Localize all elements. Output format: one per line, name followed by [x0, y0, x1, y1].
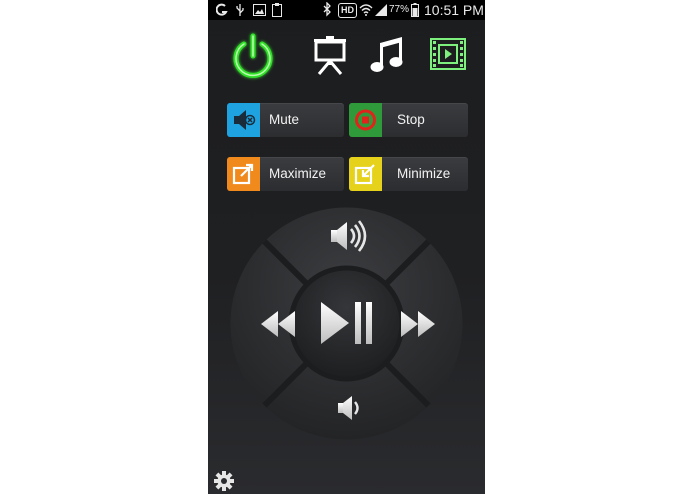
media-dpad — [230, 207, 463, 440]
wifi-icon — [359, 4, 373, 16]
maximize-icon — [227, 157, 260, 191]
gear-icon[interactable] — [213, 470, 235, 492]
music-icon[interactable] — [369, 35, 407, 75]
phone-screen: HD 77% 10:51 PM Mute Stop Maximize Minim… — [208, 0, 485, 494]
presentation-icon[interactable] — [311, 35, 349, 75]
minimize-button[interactable]: Minimize — [349, 157, 468, 191]
image-icon — [253, 4, 266, 16]
minimize-icon — [349, 157, 382, 191]
clock: 10:51 PM — [424, 2, 484, 18]
usb-icon — [236, 4, 244, 16]
mute-button[interactable]: Mute — [227, 103, 344, 137]
stop-icon — [349, 103, 382, 137]
maximize-label: Maximize — [269, 166, 327, 181]
stop-button[interactable]: Stop — [349, 103, 468, 137]
signal-icon — [375, 4, 387, 16]
hd-badge: HD — [338, 3, 357, 18]
mute-icon — [227, 103, 260, 137]
minimize-label: Minimize — [397, 166, 451, 181]
bluetooth-icon — [323, 2, 331, 17]
status-bar: HD 77% 10:51 PM — [208, 0, 485, 20]
power-icon[interactable] — [226, 30, 280, 84]
stop-label: Stop — [397, 112, 425, 127]
clipboard-icon — [272, 3, 282, 17]
battery-percent: 77% — [389, 4, 410, 15]
video-icon[interactable] — [430, 38, 466, 70]
g-icon — [216, 3, 228, 16]
maximize-button[interactable]: Maximize — [227, 157, 344, 191]
mute-label: Mute — [269, 112, 300, 127]
battery-icon — [411, 3, 419, 17]
